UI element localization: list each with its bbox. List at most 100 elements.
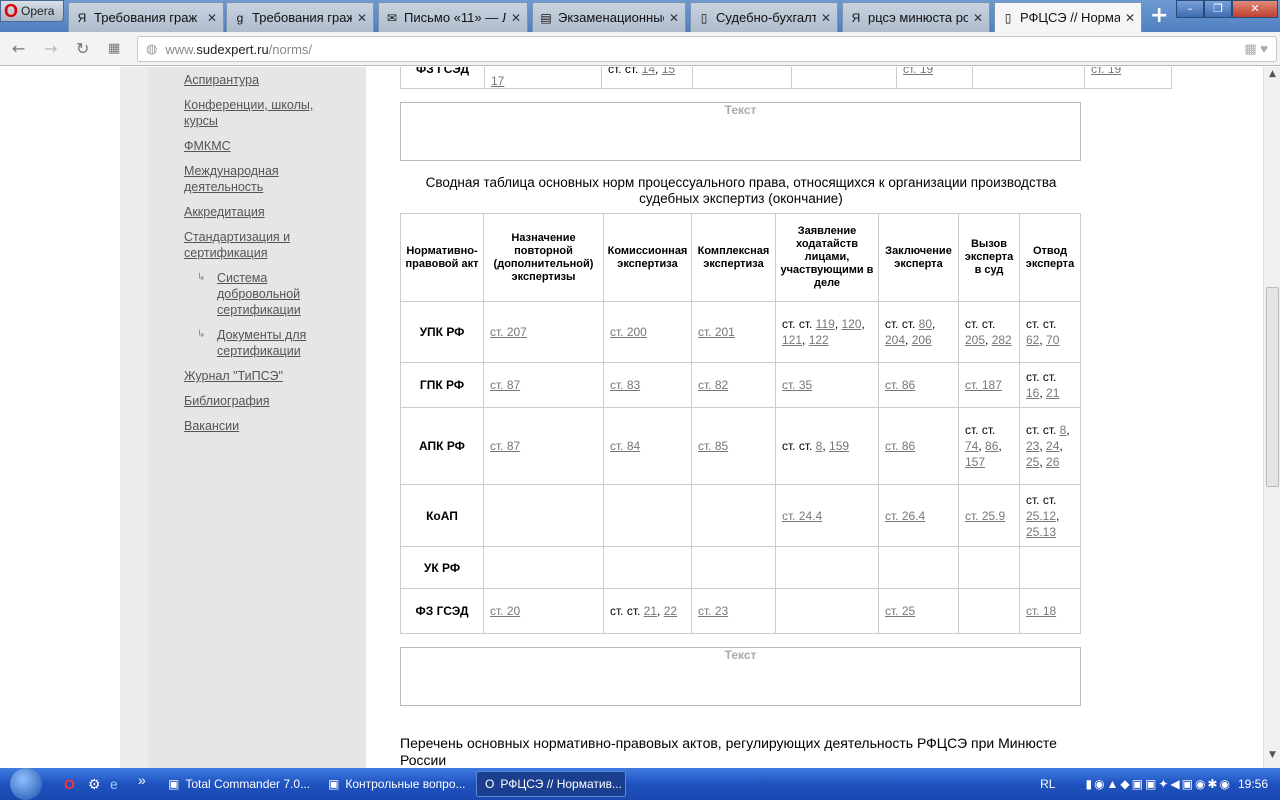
article-link[interactable]: 25 [1026,455,1039,469]
taskbar-button[interactable]: ▣ Total Commander 7.0... [160,771,310,797]
article-link[interactable]: ст. 84 [610,439,640,453]
article-link[interactable]: 206 [912,333,932,347]
article-link[interactable]: 17 [491,74,504,88]
close-tab-icon[interactable]: ✕ [973,11,983,25]
vertical-scrollbar[interactable]: ▲ ▼ [1263,67,1280,768]
reload-icon[interactable]: ↻ [76,39,89,58]
close-tab-icon[interactable]: ✕ [207,11,217,25]
scrollbar-thumb[interactable] [1266,287,1279,487]
article-link[interactable]: 74 [965,439,978,453]
close-window-button[interactable]: ✕ [1232,0,1278,18]
article-link[interactable]: 14 [642,67,655,76]
article-link[interactable]: 62 [1026,333,1039,347]
sidebar-link[interactable]: Международная деятельность [184,163,344,195]
scroll-down-icon[interactable]: ▼ [1264,750,1280,766]
ie-quicklaunch-icon[interactable]: e [110,776,118,792]
article-link[interactable]: 24 [1046,439,1059,453]
article-link[interactable]: ст. 82 [698,378,728,392]
article-link[interactable]: ст. 20 [490,604,520,618]
article-link[interactable]: ст. 86 [885,439,915,453]
close-tab-icon[interactable]: ✕ [1125,11,1135,25]
article-link[interactable]: 26 [1046,455,1059,469]
sidebar-link[interactable]: Библиография [184,393,344,409]
article-link[interactable]: 119 [816,317,835,331]
article-link[interactable]: ст. 201 [698,325,735,339]
browser-tab[interactable]: ✉ Письмо «11» — Л ✕ [378,2,528,32]
stash-icon[interactable]: ▦ [1244,41,1256,56]
browser-tab[interactable]: ▤ Экзаменационные ✕ [532,2,686,32]
minimize-button[interactable]: – [1176,0,1204,18]
sidebar-link[interactable]: Аспирантура [184,72,344,88]
back-icon[interactable]: ← [12,39,25,58]
article-link[interactable]: 15 [662,67,675,76]
article-link[interactable]: 121 [782,333,802,347]
article-link[interactable]: ст. 25.9 [965,509,1005,523]
more-quicklaunch-icon[interactable]: » [138,772,146,788]
article-link[interactable]: ст. 19 [903,67,933,76]
article-link[interactable]: 157 [965,455,985,469]
article-link[interactable]: 25.13 [1026,525,1056,539]
article-link[interactable]: ст. 86 [885,378,915,392]
article-link[interactable]: ст. 23 [698,604,728,618]
article-link[interactable]: 86 [985,439,998,453]
close-tab-icon[interactable]: ✕ [511,11,521,25]
close-tab-icon[interactable]: ✕ [357,11,367,25]
sidebar-link[interactable]: Вакансии [184,418,344,434]
sidebar-link[interactable]: Журнал "ТиПСЭ" [184,368,344,384]
article-link[interactable]: 204 [885,333,905,347]
opera-menu-button[interactable]: O Opera [0,0,64,22]
article-link[interactable]: 23 [1026,439,1039,453]
new-tab-button[interactable]: + [1150,5,1168,27]
article-link[interactable]: ст. 19 [1091,67,1121,76]
article-link[interactable]: ст. 35 [782,378,812,392]
article-link[interactable]: ст. 25 [885,604,915,618]
forward-icon[interactable]: → [44,39,57,58]
sidebar-link[interactable]: Стандартизация и сертификация [184,229,344,261]
opera-quicklaunch-icon[interactable]: O [64,776,75,792]
language-indicator[interactable]: RL [1040,777,1055,791]
speed-dial-icon[interactable]: ▦ [108,41,120,56]
sidebar-link[interactable]: Аккредитация [184,204,344,220]
close-tab-icon[interactable]: ✕ [669,11,679,25]
restore-button[interactable]: ❐ [1204,0,1232,18]
taskbar-button[interactable]: ▣ Контрольные вопро... [320,771,470,797]
sidebar-link[interactable]: Конференции, школы, курсы [184,97,344,129]
article-link[interactable]: 8 [816,439,823,453]
article-link[interactable]: ст. 18 [1026,604,1056,618]
browser-tab[interactable]: Ярцсэ минюста рос ✕ [842,2,990,32]
tools-quicklaunch-icon[interactable]: ⚙ [88,776,101,793]
browser-tab[interactable]: ▯ РФЦСЭ // Нормат ✕ [994,2,1142,32]
sidebar-link[interactable]: ↳ Система добровольной сертификации [197,270,344,318]
article-link[interactable]: ст. 200 [610,325,647,339]
scroll-up-icon[interactable]: ▲ [1264,69,1280,85]
bookmark-heart-icon[interactable]: ♥ [1260,41,1268,56]
browser-tab[interactable]: g Требования граж ✕ [226,2,374,32]
article-link[interactable]: 70 [1046,333,1059,347]
close-tab-icon[interactable]: ✕ [821,11,831,25]
start-button[interactable] [10,768,42,800]
article-link[interactable]: 25.12 [1026,509,1056,523]
article-link[interactable]: 8 [1060,423,1067,437]
tray-icons[interactable]: ▮◉▲◆▣▣✦◀▣◉✱◉ [1085,777,1231,791]
article-link[interactable]: 120 [841,317,861,331]
address-bar[interactable]: ◍ www.sudexpert.ru/norms/ ▦ ♥ [137,36,1277,62]
article-link[interactable]: ст. 207 [490,325,527,339]
sidebar-link[interactable]: ↳ Документы для сертификации [197,327,344,359]
article-link[interactable]: 21 [644,604,657,618]
article-link[interactable]: ст. 187 [965,378,1002,392]
site-info-icon[interactable]: ◍ [146,41,157,57]
article-link[interactable]: ст. 87 [490,439,520,453]
browser-tab[interactable]: ▯ Судебно-бухгалте ✕ [690,2,838,32]
sidebar-link[interactable]: ФМКМС [184,138,344,154]
article-link[interactable]: 122 [809,333,829,347]
browser-tab[interactable]: Я Требования граж ✕ [68,2,224,32]
article-link[interactable]: 22 [664,604,677,618]
article-link[interactable]: 16 [1026,386,1039,400]
article-link[interactable]: 205 [965,333,985,347]
article-link[interactable]: ст. 85 [698,439,728,453]
article-link[interactable]: ст. 87 [490,378,520,392]
article-link[interactable]: 282 [992,333,1012,347]
taskbar-button[interactable]: O РФЦСЭ // Норматив... [476,771,626,797]
article-link[interactable]: ст. 26.4 [885,509,925,523]
article-link[interactable]: 21 [1046,386,1059,400]
